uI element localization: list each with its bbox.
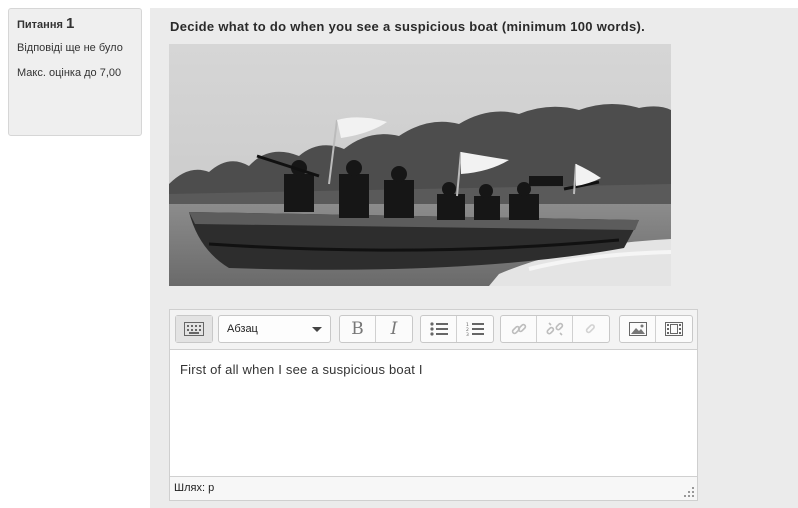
editor-toolbar: Абзац B I 123	[170, 310, 697, 350]
numbered-list-icon[interactable]: 123	[457, 316, 493, 342]
keyboard-toggle-icon[interactable]	[176, 316, 212, 342]
media-icon[interactable]	[656, 316, 692, 342]
link-icon[interactable]	[501, 316, 537, 342]
bullet-list-icon[interactable]	[421, 316, 457, 342]
image-icon[interactable]	[620, 316, 656, 342]
resize-grip-icon[interactable]	[683, 486, 695, 498]
toolbar-group-style: B I	[339, 315, 413, 343]
toolbar-group-lists: 123	[420, 315, 494, 343]
boat-photo	[169, 44, 671, 286]
answer-editor: Абзац B I 123 First of all when I see a …	[169, 309, 698, 501]
bold-icon[interactable]: B	[340, 316, 376, 342]
unlink-icon[interactable]	[537, 316, 573, 342]
question-info-panel: Питання 1 Відповіді ще не було Макс. оці…	[8, 8, 142, 136]
toolbar-group-links	[500, 315, 610, 343]
svg-text:3: 3	[466, 332, 469, 336]
toolbar-group-media	[619, 315, 693, 343]
question-state: Відповіді ще не було	[17, 42, 123, 54]
question-max-grade: Макс. оцінка до 7,00	[17, 67, 122, 79]
question-text: Decide what to do when you see a suspici…	[170, 19, 646, 34]
question-content: Decide what to do when you see a suspici…	[150, 8, 798, 508]
anchor-icon[interactable]	[573, 316, 609, 342]
toolbar-group-toggle	[175, 315, 213, 343]
format-select-value: Абзац	[227, 323, 258, 335]
editor-path[interactable]: Шлях: p	[174, 482, 214, 494]
italic-icon[interactable]: I	[376, 316, 412, 342]
format-select[interactable]: Абзац	[218, 315, 331, 343]
question-label: Питання	[17, 19, 63, 31]
question-number: 1	[65, 15, 75, 32]
answer-textarea[interactable]: First of all when I see a suspicious boa…	[170, 350, 697, 476]
question-title: Питання 1	[17, 15, 133, 34]
editor-statusbar: Шлях: p	[170, 476, 697, 500]
chevron-down-icon	[312, 327, 322, 332]
